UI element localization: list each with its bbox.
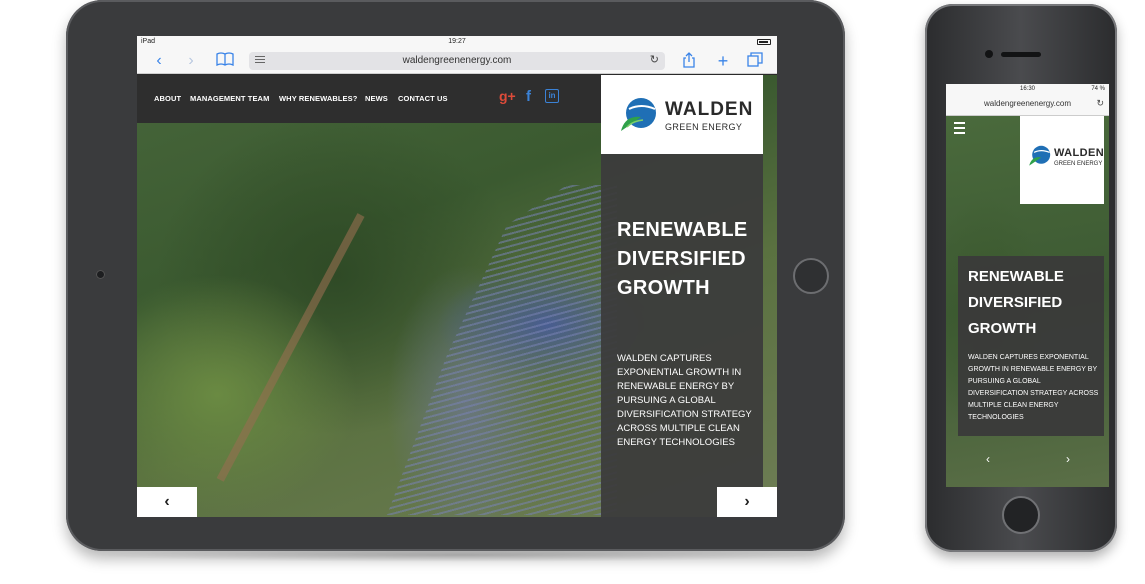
headline-line: GROWTH	[617, 277, 710, 299]
address-bar[interactable]: waldengreenenergy.com ↻	[946, 94, 1109, 116]
google-plus-icon[interactable]: g+	[499, 88, 516, 104]
iphone-status-bar: 16:30 74 %	[946, 84, 1109, 94]
reload-icon[interactable]: ↻	[650, 53, 659, 66]
book-icon[interactable]	[215, 52, 235, 70]
brand-logo[interactable]: WALDEN GREEN ENERGY	[1020, 116, 1104, 204]
safari-toolbar: ‹ › waldengreenenergy.com ↻ +	[137, 48, 777, 74]
address-bar[interactable]: waldengreenenergy.com ↻	[249, 52, 665, 70]
plus-icon[interactable]: +	[713, 52, 733, 70]
slider-next-button[interactable]: ›	[1066, 452, 1070, 466]
website-viewport: ABOUT MANAGEMENT TEAM WHY RENEWABLES? NE…	[137, 75, 777, 517]
globe-leaf-icon	[1029, 145, 1051, 166]
chevron-right-icon[interactable]: ›	[181, 52, 201, 70]
nav-why-renewables[interactable]: WHY RENEWABLES?	[279, 94, 357, 103]
iphone-camera	[985, 50, 993, 58]
iphone-home-button[interactable]	[1002, 496, 1040, 534]
headline-line: DIVERSIFIED	[617, 248, 746, 270]
site-nav: ABOUT MANAGEMENT TEAM WHY RENEWABLES? NE…	[137, 75, 601, 123]
headline-line: DIVERSIFIED	[968, 294, 1063, 311]
ipad-home-button[interactable]	[793, 258, 829, 294]
logo-wordmark: WALDEN	[1054, 147, 1105, 159]
logo-tagline: GREEN ENERGY	[665, 122, 743, 132]
hero-text-panel: RENEWABLE DIVERSIFIED GROWTH WALDEN CAPT…	[601, 154, 763, 517]
iphone-speaker	[1001, 52, 1041, 57]
globe-leaf-icon	[621, 98, 656, 131]
ipad-camera	[96, 270, 105, 279]
url-text: waldengreenenergy.com	[402, 55, 512, 66]
headline-line: GROWTH	[968, 320, 1037, 337]
slider-prev-button[interactable]: ‹	[986, 452, 990, 466]
nav-contact-us[interactable]: CONTACT US	[398, 94, 448, 103]
url-text: waldengreenenergy.com	[983, 99, 1071, 108]
iphone-device: 16:30 74 % waldengreenenergy.com ↻ WALDE…	[925, 4, 1117, 552]
clock: 16:30	[1019, 86, 1035, 92]
ipad-screen: iPad 19:27 ‹ › waldengreenenergy.com ↻ +…	[137, 36, 777, 517]
logo-wordmark: WALDEN	[665, 99, 754, 120]
share-icon[interactable]	[679, 52, 699, 70]
solar-panel-field	[387, 185, 617, 515]
dirt-road	[216, 213, 365, 482]
headline-line: RENEWABLE	[617, 219, 748, 241]
hero-headline: RENEWABLE DIVERSIFIED GROWTH	[968, 264, 1098, 342]
facebook-icon[interactable]: f	[526, 88, 531, 105]
iphone-screen: 16:30 74 % waldengreenenergy.com ↻ WALDE…	[946, 84, 1109, 487]
nav-about[interactable]: ABOUT	[154, 94, 181, 103]
nav-news[interactable]: NEWS	[365, 94, 388, 103]
hero-text-panel: RENEWABLE DIVERSIFIED GROWTH WALDEN CAPT…	[958, 256, 1104, 436]
hero-blurb: WALDEN CAPTURES EXPONENTIAL GROWTH IN RE…	[968, 354, 1099, 421]
device-mockup-scene: iPad 19:27 ‹ › waldengreenenergy.com ↻ +…	[0, 0, 1145, 584]
slider-prev-button[interactable]: ‹	[137, 487, 197, 517]
logo-tagline: GREEN ENERGY	[1054, 161, 1103, 167]
tabs-icon[interactable]	[745, 52, 765, 70]
slider-next-button[interactable]: ›	[717, 487, 777, 517]
ipad-status-bar: iPad 19:27	[137, 36, 777, 48]
reload-icon[interactable]: ↻	[1096, 98, 1104, 109]
nav-management-team[interactable]: MANAGEMENT TEAM	[190, 94, 269, 103]
hero-headline: RENEWABLE DIVERSIFIED GROWTH	[617, 216, 757, 303]
battery-icon	[757, 39, 771, 45]
hamburger-menu-icon[interactable]	[954, 122, 965, 137]
brand-logo[interactable]: WALDEN GREEN ENERGY	[601, 75, 763, 154]
battery-level: 74 %	[1091, 86, 1105, 92]
clock: 19:27	[448, 38, 466, 45]
mobile-website-viewport: WALDEN GREEN ENERGY RENEWABLE DIVERSIFIE…	[946, 116, 1109, 487]
headline-line: RENEWABLE	[968, 268, 1064, 285]
chevron-left-icon[interactable]: ‹	[149, 52, 169, 70]
ipad-device: iPad 19:27 ‹ › waldengreenenergy.com ↻ +…	[66, 0, 845, 551]
linkedin-icon[interactable]: in	[545, 89, 559, 103]
hero-blurb: WALDEN CAPTURES EXPONENTIAL GROWTH IN RE…	[617, 353, 752, 448]
